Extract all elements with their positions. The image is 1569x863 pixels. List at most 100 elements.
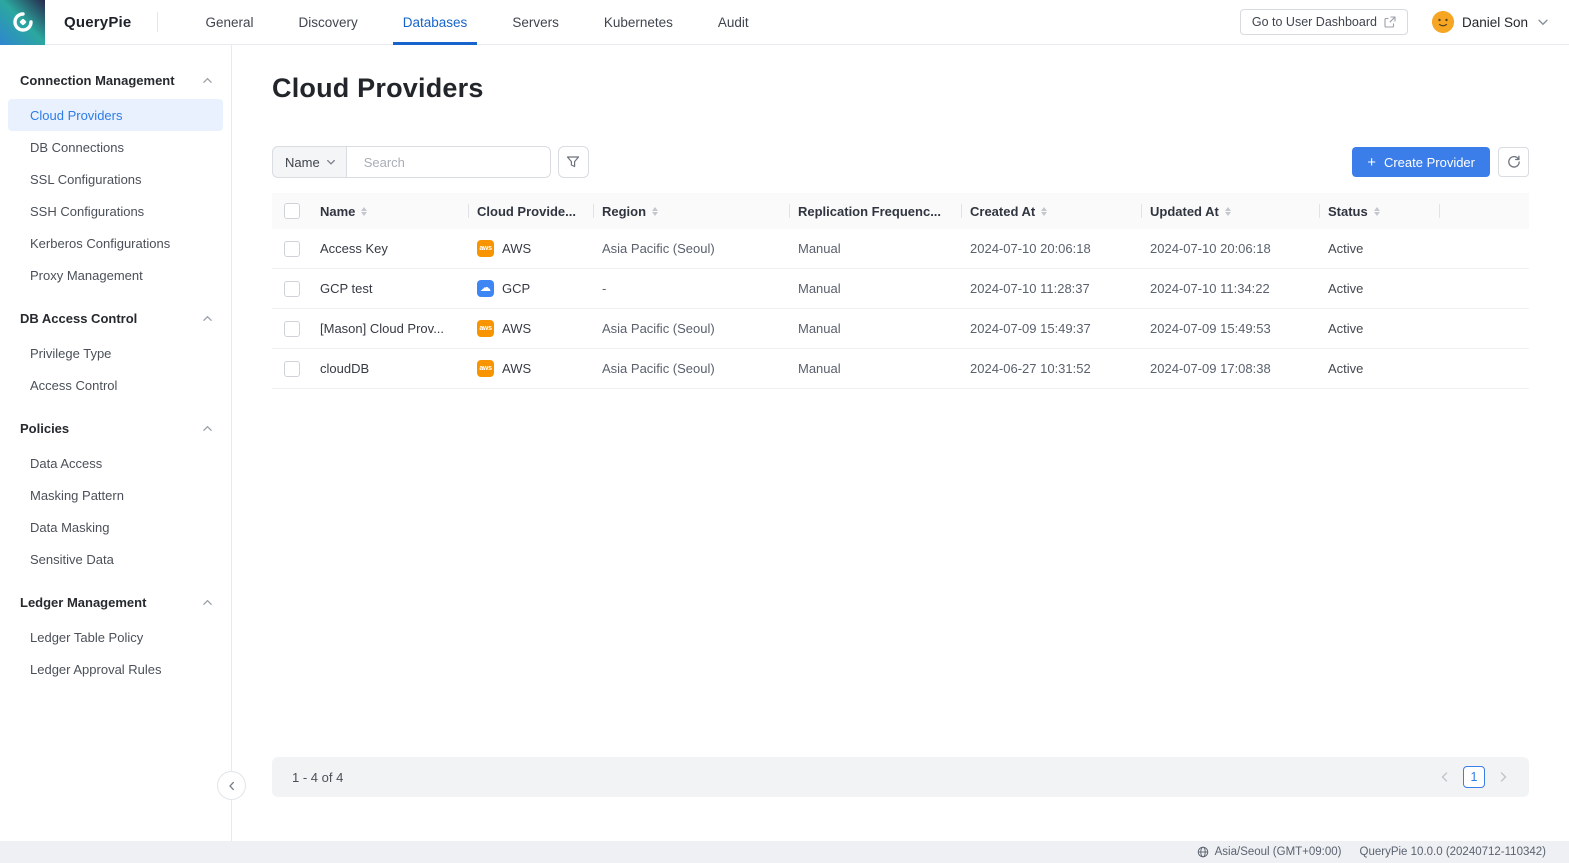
row-checkbox[interactable] bbox=[284, 281, 300, 297]
sidebar-item-sensitive-data[interactable]: Sensitive Data bbox=[8, 543, 223, 575]
column-label: Updated At bbox=[1150, 204, 1219, 219]
cell-replication: Manual bbox=[790, 321, 962, 336]
sidebar-item-ssh-configurations[interactable]: SSH Configurations bbox=[8, 195, 223, 227]
globe-icon bbox=[1197, 846, 1209, 858]
column-label: Replication Frequenc... bbox=[798, 204, 941, 219]
filter-button[interactable] bbox=[558, 146, 589, 178]
column-header-status[interactable]: Status bbox=[1320, 193, 1440, 229]
sidebar-header-connection-management[interactable]: Connection Management bbox=[0, 67, 231, 93]
sidebar-item-masking-pattern[interactable]: Masking Pattern bbox=[8, 479, 223, 511]
sidebar-section-connection-management: Connection Management Cloud Providers DB… bbox=[0, 67, 231, 291]
sidebar-item-privilege-type[interactable]: Privilege Type bbox=[8, 337, 223, 369]
sidebar-item-data-masking[interactable]: Data Masking bbox=[8, 511, 223, 543]
chevron-down-icon bbox=[326, 157, 336, 167]
sidebar-section-ledger-management: Ledger Management Ledger Table Policy Le… bbox=[0, 589, 231, 685]
sidebar-item-access-control[interactable]: Access Control bbox=[8, 369, 223, 401]
tab-kubernetes[interactable]: Kubernetes bbox=[604, 0, 673, 45]
cell-cloud-provider: aws AWS bbox=[469, 240, 594, 257]
sidebar-item-cloud-providers[interactable]: Cloud Providers bbox=[8, 99, 223, 131]
cell-region: - bbox=[594, 281, 790, 296]
cell-cloud-provider: aws AWS bbox=[469, 360, 594, 377]
sidebar-item-ledger-approval-rules[interactable]: Ledger Approval Rules bbox=[8, 653, 223, 685]
version-text: QueryPie 10.0.0 (20240712-110342) bbox=[1360, 846, 1546, 858]
cell-cloud-provider: aws AWS bbox=[469, 320, 594, 337]
sidebar-item-data-access[interactable]: Data Access bbox=[8, 447, 223, 479]
provider-label: AWS bbox=[502, 241, 531, 256]
column-header-region[interactable]: Region bbox=[594, 193, 790, 229]
sidebar-item-kerberos-configurations[interactable]: Kerberos Configurations bbox=[8, 227, 223, 259]
search-input[interactable] bbox=[364, 155, 540, 170]
page-number-button[interactable]: 1 bbox=[1463, 766, 1485, 788]
section-title: Ledger Management bbox=[20, 595, 146, 610]
cell-replication: Manual bbox=[790, 241, 962, 256]
toolbar: Name bbox=[272, 146, 1529, 178]
table-footer: 1 - 4 of 4 1 bbox=[272, 757, 1529, 797]
column-header-name[interactable]: Name bbox=[312, 193, 469, 229]
chevron-down-icon[interactable] bbox=[1537, 16, 1549, 28]
sidebar-item-db-connections[interactable]: DB Connections bbox=[8, 131, 223, 163]
column-label: Cloud Provide... bbox=[477, 204, 576, 219]
cell-created-at: 2024-07-10 11:28:37 bbox=[962, 281, 1142, 296]
go-to-user-dashboard-button[interactable]: Go to User Dashboard bbox=[1240, 9, 1408, 35]
gcp-icon: ☁ bbox=[477, 280, 494, 297]
sidebar-header-ledger-management[interactable]: Ledger Management bbox=[0, 589, 231, 615]
previous-page-button[interactable] bbox=[1439, 771, 1451, 783]
tab-general[interactable]: General bbox=[205, 0, 253, 45]
sidebar-header-db-access-control[interactable]: DB Access Control bbox=[0, 305, 231, 331]
pagination: 1 bbox=[1439, 766, 1509, 788]
create-provider-button[interactable]: + Create Provider bbox=[1352, 147, 1490, 177]
header-checkbox-cell bbox=[272, 193, 312, 229]
row-checkbox[interactable] bbox=[284, 241, 300, 257]
table-row[interactable]: Access Key aws AWS Asia Pacific (Seoul) … bbox=[272, 229, 1529, 269]
chevron-up-icon bbox=[202, 597, 213, 608]
row-checkbox[interactable] bbox=[284, 321, 300, 337]
logo-swirl-icon bbox=[11, 10, 35, 34]
external-link-icon bbox=[1384, 16, 1396, 28]
row-checkbox[interactable] bbox=[284, 361, 300, 377]
user-name[interactable]: Daniel Son bbox=[1462, 15, 1528, 30]
sidebar-collapse-button[interactable] bbox=[217, 771, 246, 800]
table-empty-area bbox=[272, 389, 1529, 757]
brand-name: QueryPie bbox=[64, 14, 131, 31]
column-label: Status bbox=[1328, 204, 1368, 219]
aws-icon: aws bbox=[477, 240, 494, 257]
sidebar-section-db-access-control: DB Access Control Privilege Type Access … bbox=[0, 305, 231, 401]
select-all-checkbox[interactable] bbox=[284, 203, 300, 219]
sidebar-item-ssl-configurations[interactable]: SSL Configurations bbox=[8, 163, 223, 195]
tab-databases[interactable]: Databases bbox=[403, 0, 468, 45]
provider-label: GCP bbox=[502, 281, 530, 296]
sidebar-item-proxy-management[interactable]: Proxy Management bbox=[8, 259, 223, 291]
top-navigation: General Discovery Databases Servers Kube… bbox=[205, 0, 748, 45]
main-content: Cloud Providers Name bbox=[232, 45, 1569, 841]
user-avatar[interactable] bbox=[1432, 11, 1454, 33]
column-header-updated-at[interactable]: Updated At bbox=[1142, 193, 1320, 229]
querypie-logo[interactable] bbox=[0, 0, 45, 45]
table-header-row: Name Cloud Provide... Region Replication… bbox=[272, 193, 1529, 229]
cell-name: cloudDB bbox=[312, 361, 469, 376]
status-badge: Active bbox=[1320, 321, 1440, 336]
cell-region: Asia Pacific (Seoul) bbox=[594, 321, 790, 336]
chevron-left-icon bbox=[1439, 771, 1451, 783]
cell-name: [Mason] Cloud Prov... bbox=[312, 321, 469, 336]
table-row[interactable]: GCP test ☁ GCP - Manual 2024-07-10 11:28… bbox=[272, 269, 1529, 309]
sidebar-header-policies[interactable]: Policies bbox=[0, 415, 231, 441]
cell-name: GCP test bbox=[312, 281, 469, 296]
refresh-button[interactable] bbox=[1498, 147, 1529, 177]
column-header-cloud-provider[interactable]: Cloud Provide... bbox=[469, 193, 594, 229]
tab-audit[interactable]: Audit bbox=[718, 0, 749, 45]
next-page-button[interactable] bbox=[1497, 771, 1509, 783]
tab-discovery[interactable]: Discovery bbox=[299, 0, 358, 45]
tab-servers[interactable]: Servers bbox=[512, 0, 559, 45]
cell-region: Asia Pacific (Seoul) bbox=[594, 361, 790, 376]
field-selector-value: Name bbox=[285, 155, 320, 170]
filter-funnel-icon bbox=[566, 155, 580, 169]
status-badge: Active bbox=[1320, 281, 1440, 296]
cell-cloud-provider: ☁ GCP bbox=[469, 280, 594, 297]
column-header-created-at[interactable]: Created At bbox=[962, 193, 1142, 229]
column-header-replication-frequency[interactable]: Replication Frequenc... bbox=[790, 193, 962, 229]
search-field-selector[interactable]: Name bbox=[272, 146, 346, 178]
table-row[interactable]: [Mason] Cloud Prov... aws AWS Asia Pacif… bbox=[272, 309, 1529, 349]
dashboard-button-label: Go to User Dashboard bbox=[1252, 15, 1377, 29]
table-row[interactable]: cloudDB aws AWS Asia Pacific (Seoul) Man… bbox=[272, 349, 1529, 389]
sidebar-item-ledger-table-policy[interactable]: Ledger Table Policy bbox=[8, 621, 223, 653]
